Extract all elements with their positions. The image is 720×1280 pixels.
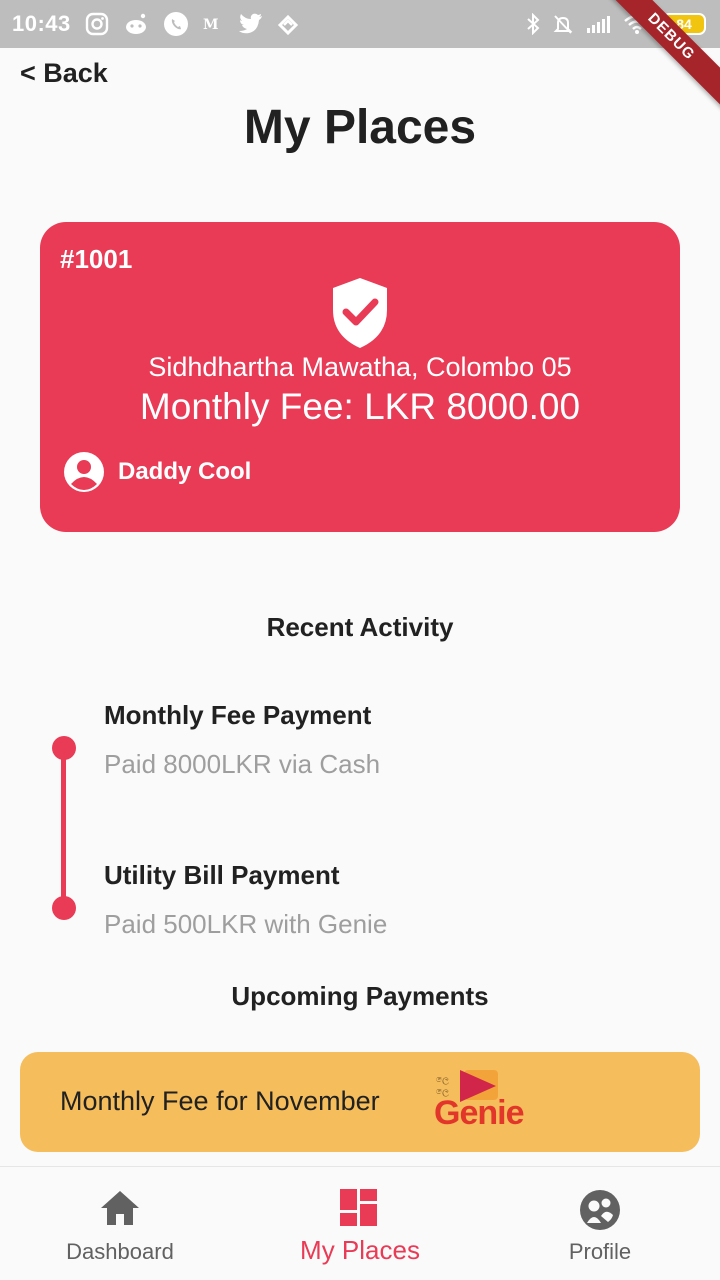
- home-icon: [101, 1191, 139, 1225]
- recent-activity-title: Recent Activity: [266, 612, 454, 642]
- upcoming-payment-card[interactable]: Monthly Fee for November ලෙ ලෙ Genie: [20, 1052, 700, 1152]
- bluetooth-icon: [527, 13, 540, 35]
- account-circle-icon: [64, 452, 104, 492]
- svg-text:M: M: [203, 17, 219, 33]
- people-circle-icon: [580, 1190, 620, 1230]
- status-bar: 10:43 M 84: [0, 0, 720, 48]
- twitter-icon: [238, 13, 262, 34]
- page-title: My Places: [243, 101, 477, 154]
- upcoming-payments-title: Upcoming Payments: [231, 981, 489, 1011]
- signal-icon: [587, 16, 610, 33]
- nav-label-dashboard: Dashboard: [66, 1239, 174, 1264]
- nav-item-dashboard[interactable]: Dashboard: [0, 1167, 240, 1280]
- status-time: 10:43: [12, 11, 71, 36]
- genie-logo: ලෙ ලෙ Genie: [434, 1068, 524, 1138]
- bottom-navigation: Dashboard My Places Profile: [0, 1166, 720, 1280]
- timeline-dot: [52, 896, 76, 920]
- nav-item-my-places[interactable]: My Places: [240, 1167, 480, 1280]
- instagram-icon: [85, 12, 108, 36]
- shield-check-icon: [333, 278, 387, 348]
- owner-row: Daddy Cool: [64, 452, 251, 492]
- activity-desc: Paid 500LKR with Genie: [104, 909, 388, 939]
- upcoming-payment-label: Monthly Fee for November: [60, 1086, 380, 1116]
- timeline-dot: [52, 736, 76, 760]
- svg-text:ලෙ: ලෙ: [436, 1075, 449, 1085]
- genie-logo-text: Genie: [434, 1094, 524, 1132]
- nav-label-profile: Profile: [568, 1239, 632, 1264]
- place-card[interactable]: #1001 Sidhdhartha Mawatha, Colombo 05 Mo…: [40, 222, 680, 532]
- monthly-fee: Monthly Fee: LKR 8000.00: [139, 386, 581, 427]
- back-button[interactable]: < Back: [20, 58, 108, 89]
- mute-icon: [553, 15, 573, 34]
- timeline-line: [61, 748, 66, 908]
- nav-label-my-places: My Places: [300, 1235, 420, 1265]
- dashboard-grid-icon: [340, 1189, 377, 1226]
- owner-name: Daddy Cool: [118, 458, 252, 485]
- whatsapp-icon: [163, 12, 188, 36]
- activity-title: Utility Bill Payment: [104, 860, 340, 890]
- notification-icons: M: [85, 11, 299, 37]
- nav-item-profile[interactable]: Profile: [480, 1167, 720, 1280]
- activity-desc: Paid 8000LKR via Cash: [104, 749, 381, 779]
- feedly-icon: [277, 14, 298, 35]
- reddit-icon: [125, 13, 146, 34]
- medium-icon: M: [203, 17, 219, 33]
- place-id: #1001: [60, 244, 133, 274]
- activity-title: Monthly Fee Payment: [104, 700, 372, 730]
- place-address: Sidhdhartha Mawatha, Colombo 05: [148, 352, 572, 382]
